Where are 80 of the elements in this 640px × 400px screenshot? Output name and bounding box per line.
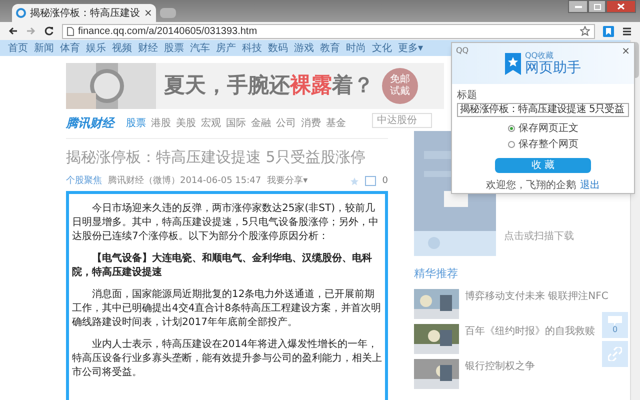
section-tab[interactable]: 宏观: [201, 116, 221, 130]
radio-button[interactable]: [508, 141, 514, 148]
reload-icon[interactable]: [44, 26, 54, 36]
popup-close-button[interactable]: ×: [622, 44, 630, 59]
nav-link[interactable]: 时尚: [346, 40, 366, 56]
star-badge-icon: [505, 52, 521, 74]
ad-badge: 免邮试戴: [382, 68, 418, 104]
comment-count: 0: [612, 326, 618, 334]
section-tab[interactable]: 股票: [126, 116, 146, 130]
section-tab[interactable]: 消费: [301, 116, 321, 130]
article-source: 腾讯财经（微博）2014-06-05 15:47: [108, 174, 262, 188]
nav-link[interactable]: 游戏: [294, 40, 314, 56]
nav-link[interactable]: 体育: [60, 40, 80, 56]
nav-link[interactable]: 文化: [372, 40, 392, 56]
field-label: 标题: [457, 88, 478, 103]
nav-link[interactable]: 财经: [138, 40, 158, 56]
more-link[interactable]: 更多▾: [398, 40, 424, 56]
nav-link[interactable]: 科技: [242, 40, 262, 56]
account-label: QQ: [456, 45, 469, 57]
page-icon: [67, 26, 74, 36]
forward-icon[interactable]: [26, 26, 36, 36]
title-field[interactable]: 揭秘涨停板：特高压建设提速 5只受益: [457, 103, 629, 117]
article-title: 揭秘涨停板：特高压建设提速 5只受益股涨停: [66, 147, 366, 168]
search-field[interactable]: 中达股份: [372, 113, 432, 128]
section-tab[interactable]: 基金: [326, 116, 346, 130]
browser-tab[interactable]: 揭秘涨停板：特高压建设 ×: [12, 4, 156, 22]
nav-link[interactable]: 汽车: [190, 40, 210, 56]
site-logo[interactable]: 腾讯财经: [66, 114, 114, 132]
comment-icon: [608, 316, 622, 326]
nav-link[interactable]: 数码: [268, 40, 288, 56]
article-paragraph: 今日市场迎来久违的反弹，两市涨停家数达25家(非ST)，较前几日明显增多。其中，特高压建设提速，5只电气设备股涨停；另外，中达股份已连续7个涨停板。以下为部分个股涨停原因分析：: [72, 202, 380, 244]
nav-link[interactable]: 首页: [8, 40, 28, 56]
article-paragraph: 消息面，国家能源局近期批复的12条电力外送通道，已开展前期工作，其中已明确提出4交4直合计8条特高压工程建设方案，并首次明确线路建设时间表，计划2017年年底前全部投产。: [72, 288, 382, 330]
radio-option[interactable]: 保存整个网页: [508, 137, 578, 152]
nav-link[interactable]: 教育: [320, 40, 340, 56]
radio-button[interactable]: [508, 125, 514, 132]
nav-link[interactable]: 娱乐: [86, 40, 106, 56]
recommended-link[interactable]: 银行控制权之争: [465, 358, 535, 388]
share-link[interactable]: 我要分享▾: [267, 174, 308, 188]
tab-title: 揭秘涨停板：特高压建设: [30, 6, 140, 20]
section-tab[interactable]: 美股: [176, 116, 196, 130]
nav-link[interactable]: 新闻: [34, 40, 54, 56]
close-icon: [617, 3, 625, 10]
comment-button[interactable]: 0: [602, 312, 628, 338]
ad-banner[interactable]: 夏天，手腕还裸露着？ 免邮试戴: [66, 63, 444, 109]
article-paragraph: 业内人士表示，特高压建设在2014年将进入爆发性增长的一年，特高压设备行业多寡头垄断，能有效提升参与公司的盈利能力，相关上市公司将受益。: [72, 338, 382, 380]
brand-title: 网页助手: [525, 60, 581, 76]
close-button[interactable]: [606, 0, 636, 13]
comment-count: 0: [382, 174, 388, 188]
welcome-text: 欢迎您，飞翔的企鹅: [486, 178, 576, 193]
star-icon[interactable]: [350, 176, 360, 186]
star-icon[interactable]: [580, 26, 590, 36]
ad-headline: 夏天，手腕还裸露着？: [164, 72, 374, 100]
minimize-button[interactable]: [568, 0, 588, 13]
link-icon: [608, 347, 622, 361]
nav-link[interactable]: 房产: [216, 40, 236, 56]
nav-link[interactable]: 股票: [164, 40, 184, 56]
back-icon[interactable]: [8, 26, 18, 36]
brand-subtitle: QQ收藏: [525, 51, 555, 60]
section-tab[interactable]: 金融: [251, 116, 271, 130]
tab-close-button[interactable]: ×: [144, 6, 152, 20]
tag-link[interactable]: 个股聚焦: [66, 174, 102, 188]
section-tab[interactable]: 公司: [276, 116, 296, 130]
section-title: 精华推荐: [414, 266, 459, 282]
section-tab[interactable]: 港股: [151, 116, 171, 130]
qr-caption: 点击或扫描下载: [504, 230, 574, 244]
nav-link[interactable]: 视频: [112, 40, 132, 56]
section-tab[interactable]: 国际: [226, 116, 246, 130]
menu-icon[interactable]: [622, 26, 632, 36]
recommended-link[interactable]: 百年《纽约时报》的自我救赎: [465, 324, 595, 354]
maximize-button[interactable]: [588, 0, 606, 13]
radio-option[interactable]: 保存网页正文: [508, 121, 578, 136]
url-text: finance.qq.com/a/20140605/031393.htm: [78, 24, 258, 38]
save-button[interactable]: 收 藏: [495, 158, 591, 173]
article-paragraph: 【电气设备】大连电瓷、和顺电气、金利华电、汉缆股份、电科院，特高压建设提速: [72, 252, 373, 280]
address-bar[interactable]: finance.qq.com/a/20140605/031393.htm: [62, 24, 595, 38]
comment-icon[interactable]: [365, 176, 376, 186]
bookmark-icon[interactable]: [603, 26, 614, 36]
site-logo-icon: [16, 8, 26, 18]
logout-link[interactable]: 退出: [580, 178, 600, 193]
